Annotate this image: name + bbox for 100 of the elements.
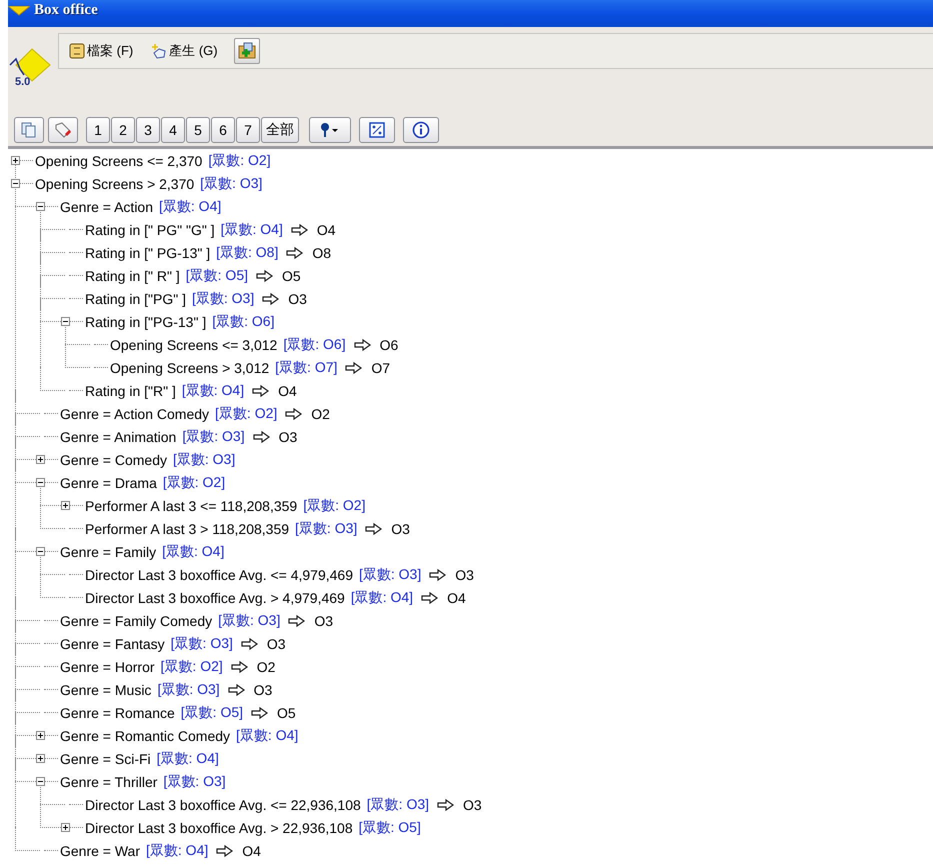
result-value: O3 (288, 290, 307, 306)
mode-count: [眾數: O3] (359, 566, 422, 584)
node-label[interactable]: Genre = War (60, 842, 140, 858)
node-label[interactable]: Genre = Drama (60, 474, 157, 490)
mode-count: [眾數: O2] (215, 404, 278, 422)
arrow-icon (256, 270, 274, 282)
logo: 5.0 (8, 47, 58, 107)
node-label[interactable]: Genre = Animation (60, 428, 176, 444)
minus-box-icon[interactable] (36, 777, 45, 786)
arrow-icon (429, 568, 448, 580)
level-button[interactable]: 4 (161, 116, 185, 142)
node-label[interactable]: Opening Screens <= 2,370 (35, 152, 202, 168)
arrow-icon (252, 430, 271, 442)
mode-count: [眾數: O5] (358, 818, 421, 836)
result-value: O3 (266, 636, 286, 652)
mode-count: [眾數: O6] (283, 336, 346, 354)
mode-count: [眾數: O2] (160, 658, 223, 676)
plus-box-icon[interactable] (11, 156, 20, 165)
node-label[interactable]: Rating in [" R" ] (85, 268, 180, 284)
window-title: Box office (34, 2, 98, 19)
arrow-icon (240, 638, 259, 650)
node-label[interactable]: Rating in ["PG" ] (85, 290, 186, 306)
level-button[interactable]: 1 (86, 116, 110, 142)
add-folder-button[interactable] (234, 38, 260, 64)
node-label[interactable]: Rating in [" PG" "G" ] (85, 222, 215, 238)
mode-count: [眾數: O3] (366, 796, 430, 814)
menu-item[interactable]: 檔案 (F) (69, 42, 134, 60)
level-button[interactable]: 2 (111, 116, 135, 142)
node-label[interactable]: Genre = Romance (60, 704, 175, 720)
mode-count: [眾數: O2] (303, 496, 366, 514)
arrow-icon (290, 224, 309, 236)
result-value: O3 (314, 612, 334, 628)
node-label[interactable]: Genre = Comedy (60, 452, 167, 468)
plus-box-icon[interactable] (61, 823, 70, 832)
tag-button[interactable] (48, 116, 78, 142)
node-label[interactable]: Rating in [" PG-13" ] (85, 244, 210, 260)
node-label[interactable]: Genre = Family Comedy (60, 612, 212, 628)
minus-box-icon[interactable] (61, 317, 70, 326)
node-label[interactable]: Genre = Sci-Fi (60, 750, 151, 766)
minus-box-icon[interactable] (36, 547, 45, 556)
plus-box-icon[interactable] (36, 455, 45, 464)
node-label[interactable]: Opening Screens <= 3,012 (110, 336, 278, 352)
result-value: O3 (254, 682, 272, 698)
plus-box-icon[interactable] (61, 501, 70, 510)
arrow-icon (285, 408, 304, 420)
node-label[interactable]: Director Last 3 boxoffice Avg. > 22,936,108 (85, 820, 353, 836)
minus-box-icon[interactable] (36, 202, 45, 211)
mode-count: [眾數: O4] (350, 588, 414, 606)
node-label[interactable]: Genre = Action (60, 198, 154, 214)
node-label[interactable]: Performer A last 3 <= 118,208,359 (85, 498, 298, 514)
level-button[interactable]: 5 (186, 116, 210, 142)
node-label[interactable]: Genre = Fantasy (60, 636, 165, 652)
node-label[interactable]: Genre = Romantic Comedy (60, 728, 230, 744)
level-button[interactable]: 7 (236, 116, 260, 142)
result-value: O3 (391, 520, 410, 536)
node-label[interactable]: Director Last 3 boxoffice Avg. <= 4,979,469 (85, 566, 353, 582)
mode-count: [眾數: O3] (182, 428, 245, 446)
arrow-icon (251, 706, 270, 718)
level-button[interactable]: 3 (136, 116, 160, 142)
arrow-icon (286, 246, 304, 258)
arrow-icon (345, 362, 364, 374)
node-label[interactable]: Rating in ["PG-13" ] (85, 314, 206, 330)
node-label[interactable]: Genre = Music (60, 682, 152, 698)
menu-item[interactable]: 產生 (G) (151, 42, 218, 60)
mode-count: [眾數: O3] (170, 634, 233, 652)
node-label[interactable]: Genre = Action Comedy (60, 406, 210, 422)
plus-box-icon[interactable] (36, 754, 45, 763)
arrow-icon (252, 384, 270, 396)
node-label[interactable]: Opening Screens > 3,012 (110, 360, 270, 376)
mode-count: [眾數: O4] (156, 750, 219, 768)
arrow-icon (365, 522, 384, 534)
minus-box-icon[interactable] (11, 179, 20, 188)
marker-dropdown-button[interactable] (309, 116, 351, 142)
info-button[interactable] (403, 116, 439, 142)
percent-button[interactable] (359, 116, 395, 142)
minus-box-icon[interactable] (36, 478, 45, 487)
node-label[interactable]: Genre = Thriller (60, 774, 158, 790)
node-label[interactable]: Director Last 3 boxoffice Avg. <= 22,936,108 (85, 796, 361, 812)
node-label[interactable]: Genre = Family (60, 544, 156, 560)
node-label[interactable]: Rating in ["R" ] (85, 382, 176, 398)
result-value: O4 (242, 842, 261, 858)
node-label[interactable]: Genre = Horror (60, 658, 155, 674)
arrow-icon (216, 844, 234, 856)
plus-box-icon[interactable] (36, 731, 45, 740)
level-button[interactable]: 6 (211, 116, 235, 142)
mode-count: [眾數: O2] (162, 474, 226, 492)
mode-count: [眾數: O3] (295, 520, 358, 538)
mode-count: [眾數: O3] (157, 680, 220, 698)
node-label[interactable]: Performer A last 3 > 118,208,359 (85, 520, 290, 536)
arrow-icon (262, 292, 280, 304)
arrow-icon (421, 592, 440, 604)
copy-button[interactable] (14, 116, 44, 142)
node-label[interactable]: Opening Screens > 2,370 (35, 176, 194, 192)
level-button[interactable]: 全部 (261, 116, 299, 142)
mode-count: [眾數: O4] (162, 542, 224, 560)
mode-count: [眾數: O5] (180, 704, 244, 722)
node-label[interactable]: Director Last 3 boxoffice Avg. > 4,979,469 (85, 590, 345, 606)
pin-icon (319, 122, 341, 138)
mode-count: [眾數: O4] (159, 198, 222, 216)
result-value: O3 (463, 796, 482, 812)
